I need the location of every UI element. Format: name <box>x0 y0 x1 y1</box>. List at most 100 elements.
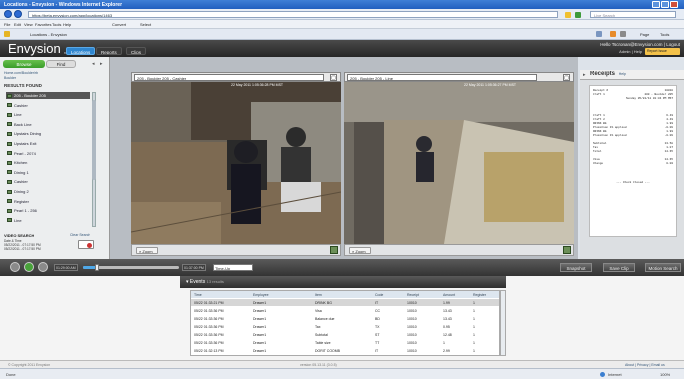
table-row[interactable]: 05/22 01:33:36 PM Drawer1 Visa CC 10010 13.43… <box>191 307 499 314</box>
time-mode-select[interactable]: Time-Up <box>213 264 253 271</box>
page-menu[interactable]: Page <box>640 32 649 37</box>
refresh-icon[interactable] <box>575 12 581 18</box>
sidebar-item-location[interactable]: Kitchen <box>6 159 90 166</box>
address-input[interactable]: https://beta.envysion.com/app/locations/… <box>28 11 558 18</box>
column-header[interactable]: Code <box>375 291 407 298</box>
camera-1-zoom-button[interactable]: ⌕ Zoom <box>136 247 158 254</box>
breadcrumb-parent[interactable]: Boulder <box>4 76 16 80</box>
camera-1-select[interactable]: 205 - Boulder 205 - Cashier <box>134 74 324 81</box>
column-header[interactable]: Register <box>473 291 499 298</box>
table-cell: 1 <box>473 308 475 313</box>
camera-2-zoom-button[interactable]: ⌕ Zoom <box>349 247 371 254</box>
camera-2-maximize-icon[interactable]: ▢ <box>563 74 570 81</box>
sidebar-item-location[interactable]: Cashier <box>6 178 90 185</box>
footer-links[interactable]: About | Privacy | Email us <box>625 363 665 367</box>
camera-1-feed[interactable]: 22 May 2011 1:05:36:28 PM MST <box>131 82 341 244</box>
timeline-handle[interactable] <box>95 264 100 271</box>
column-header[interactable]: Item <box>315 291 375 298</box>
menu-favorites[interactable]: Favorites <box>35 22 51 27</box>
feed-icon[interactable] <box>610 31 616 37</box>
table-row[interactable]: 05/22 01:33:36 PM Drawer1 Balance due BD 100… <box>191 315 499 322</box>
forward-icon[interactable] <box>14 10 22 18</box>
maximize-button[interactable] <box>661 1 669 8</box>
tab-locations[interactable]: Locations <box>66 47 96 55</box>
receipts-help-link[interactable]: Help <box>619 72 626 76</box>
column-header[interactable]: Employee <box>253 291 315 298</box>
events-scrollbar[interactable] <box>500 290 506 356</box>
sidebar-item-label: Dining 1 <box>14 169 29 175</box>
sidebar-item-label: Cashier <box>14 179 28 185</box>
table-row[interactable]: 05/22 01:32:13 PM Drawer1 DORIT COOMB IT 100… <box>191 347 499 354</box>
menu-tools[interactable]: Tools <box>52 22 61 27</box>
tab-clips[interactable]: Clips <box>126 47 147 55</box>
close-button[interactable] <box>670 1 678 8</box>
sidebar-item-location[interactable]: Line <box>6 111 90 118</box>
table-row[interactable]: 05/22 01:33:36 PM Drawer1 Tax TX 10010 0.95 1 <box>191 323 499 330</box>
sidebar-item-location[interactable]: Back Line <box>6 121 90 128</box>
menu-file[interactable]: File <box>4 22 10 27</box>
security-zone[interactable]: Internet <box>608 372 622 377</box>
help-links[interactable]: Admin | Help <box>560 49 642 54</box>
convert-button[interactable]: Convert <box>112 22 126 27</box>
camera-1-maximize-icon[interactable]: ▢ <box>330 74 337 81</box>
column-header[interactable]: Time <box>194 291 253 298</box>
motion-search-button[interactable]: Motion Search <box>645 263 681 272</box>
sidebar-item-location[interactable]: Upstairs Dining <box>6 130 90 137</box>
sidebar-item-location[interactable]: Pearl 1 - 256 <box>6 207 90 214</box>
sidebar-item-location[interactable]: Line <box>6 217 90 224</box>
table-cell: CC <box>375 308 381 313</box>
column-header[interactable]: Receipt <box>407 291 443 298</box>
envysion-logo[interactable]: Envysion <box>8 41 61 56</box>
sidebar-item-location[interactable]: Dining 2 <box>6 188 90 195</box>
collapse-left-icon[interactable]: ◂ <box>92 61 95 67</box>
home-icon[interactable] <box>596 31 602 37</box>
search-toggle-icon[interactable] <box>78 240 94 249</box>
receipts-collapse-icon[interactable]: ▸ <box>583 72 586 78</box>
save-clip-button[interactable]: Save Clip <box>603 263 635 272</box>
breadcrumb[interactable]: Home.com/Boulder/rb <box>4 71 38 75</box>
tools-menu[interactable]: Tools <box>660 32 669 37</box>
find-tab[interactable]: Find <box>46 60 76 68</box>
sidebar-item-location[interactable]: Upstairs Exit <box>6 140 90 147</box>
menu-help[interactable]: Help <box>63 22 71 27</box>
sidebar-item-location[interactable]: Dining 1 <box>6 169 90 176</box>
snapshot-button[interactable]: Snapshot <box>560 263 592 272</box>
camera-2-select[interactable]: 205 - Boulder 205 - Line <box>347 74 537 81</box>
favorites-tab[interactable]: Locations - Envysion <box>30 32 67 37</box>
search-input[interactable]: Live Search <box>590 11 676 18</box>
minimize-button[interactable] <box>652 1 660 8</box>
zoom-level[interactable]: 100% <box>660 372 670 377</box>
tab-reports[interactable]: Reports <box>96 47 122 55</box>
back-icon[interactable] <box>4 10 12 18</box>
menu-edit[interactable]: Edit <box>14 22 21 27</box>
lock-icon[interactable] <box>565 12 571 18</box>
print-icon[interactable] <box>620 31 626 37</box>
favorites-star-icon[interactable] <box>4 31 10 37</box>
sidebar-item-location[interactable]: 205 - Boulder 205 <box>6 92 90 99</box>
select-button[interactable]: Select <box>140 22 151 27</box>
column-header[interactable]: Amount <box>443 291 473 298</box>
sidebar-item-location[interactable]: Pearl - 2074 <box>6 150 90 157</box>
timeline-start-time[interactable]: 01:29:00 AM <box>54 264 78 271</box>
table-row[interactable]: 05/22 01:33:36 PM Drawer1 Table size TT 1001… <box>191 339 499 346</box>
timeline-end-time[interactable]: 01:37:00 PM <box>182 264 206 271</box>
table-row[interactable]: 05/22 01:33:36 PM Drawer1 Subtotal ST 10010 1… <box>191 331 499 338</box>
table-row[interactable]: 05/22 01:33:21 PM Drawer1 DRINK BG IT 10010 1… <box>191 299 499 306</box>
events-header[interactable]: ▾ Events 13 results <box>180 276 506 288</box>
sidebar-item-location[interactable]: Cashier <box>6 102 90 109</box>
camera-2-settings-icon[interactable] <box>563 246 571 254</box>
rewind-button[interactable] <box>10 262 20 272</box>
play-button[interactable] <box>24 262 34 272</box>
sidebar-item-location[interactable]: Register <box>6 198 90 205</box>
camera-2-feed[interactable]: 22 May 2011 1:05:36:27 PM MST <box>344 82 574 244</box>
sidebar-scroll-thumb[interactable] <box>92 100 96 180</box>
menu-view[interactable]: View <box>24 22 33 27</box>
table-cell: 1 <box>473 300 475 305</box>
expand-right-icon[interactable]: ▸ <box>100 61 103 67</box>
camera-1-settings-icon[interactable] <box>330 246 338 254</box>
clear-search-link[interactable]: Clear Search <box>70 233 90 237</box>
user-line[interactable]: Hello Tscronan@Envysion.com | Logout <box>560 42 680 47</box>
forward-button[interactable] <box>38 262 48 272</box>
report-issue-button[interactable]: Report Issue <box>645 48 680 55</box>
browse-tab[interactable]: Browse <box>3 60 45 68</box>
